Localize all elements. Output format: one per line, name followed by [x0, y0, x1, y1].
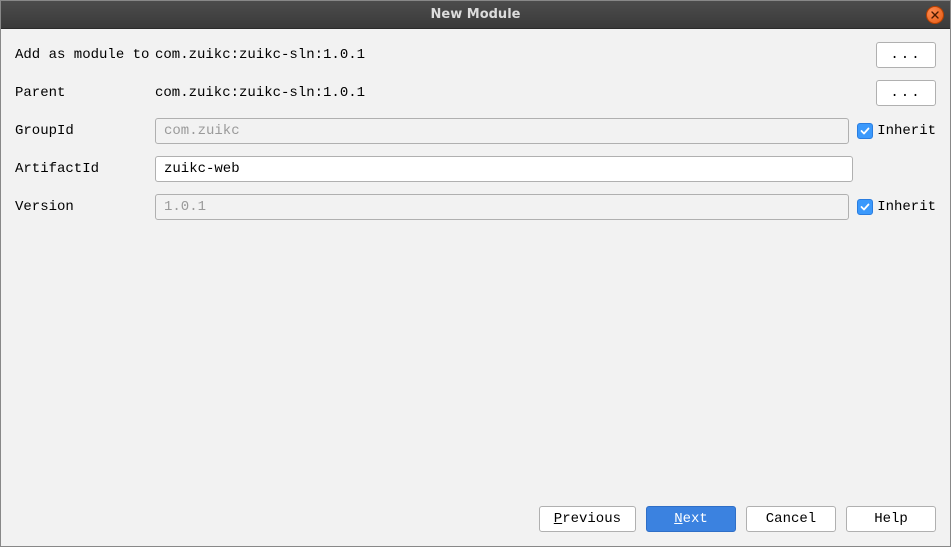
- label-add-module: Add as module to: [15, 47, 155, 63]
- dialog-content: Add as module to com.zuikc:zuikc-sln:1.0…: [1, 29, 950, 502]
- value-add-module: com.zuikc:zuikc-sln:1.0.1: [155, 47, 864, 63]
- input-groupid[interactable]: [155, 118, 849, 144]
- label-groupid: GroupId: [15, 123, 155, 139]
- cancel-button[interactable]: Cancel: [746, 506, 836, 532]
- button-bar: Previous Next Cancel Help: [1, 502, 950, 546]
- previous-button[interactable]: Previous: [539, 506, 636, 532]
- new-module-dialog: New Module Add as module to com.zuikc:zu…: [0, 0, 951, 547]
- checkbox-version-inherit[interactable]: [857, 199, 873, 215]
- close-icon[interactable]: [926, 6, 944, 24]
- input-artifactid[interactable]: [155, 156, 853, 182]
- label-artifactid: ArtifactId: [15, 161, 155, 177]
- row-version: Version Inherit: [15, 195, 936, 219]
- browse-parent-button[interactable]: ...: [876, 80, 936, 106]
- next-button[interactable]: Next: [646, 506, 736, 532]
- window-title: New Module: [1, 7, 950, 22]
- browse-add-module-button[interactable]: ...: [876, 42, 936, 68]
- help-button[interactable]: Help: [846, 506, 936, 532]
- value-parent: com.zuikc:zuikc-sln:1.0.1: [155, 85, 864, 101]
- row-add-module: Add as module to com.zuikc:zuikc-sln:1.0…: [15, 43, 936, 67]
- row-groupid: GroupId Inherit: [15, 119, 936, 143]
- label-version: Version: [15, 199, 155, 215]
- checkbox-groupid-inherit[interactable]: [857, 123, 873, 139]
- input-version[interactable]: [155, 194, 849, 220]
- label-groupid-inherit: Inherit: [877, 123, 936, 139]
- row-artifactid: ArtifactId: [15, 157, 936, 181]
- titlebar[interactable]: New Module: [1, 1, 950, 29]
- row-parent: Parent com.zuikc:zuikc-sln:1.0.1 ...: [15, 81, 936, 105]
- label-version-inherit: Inherit: [877, 199, 936, 215]
- label-parent: Parent: [15, 85, 155, 101]
